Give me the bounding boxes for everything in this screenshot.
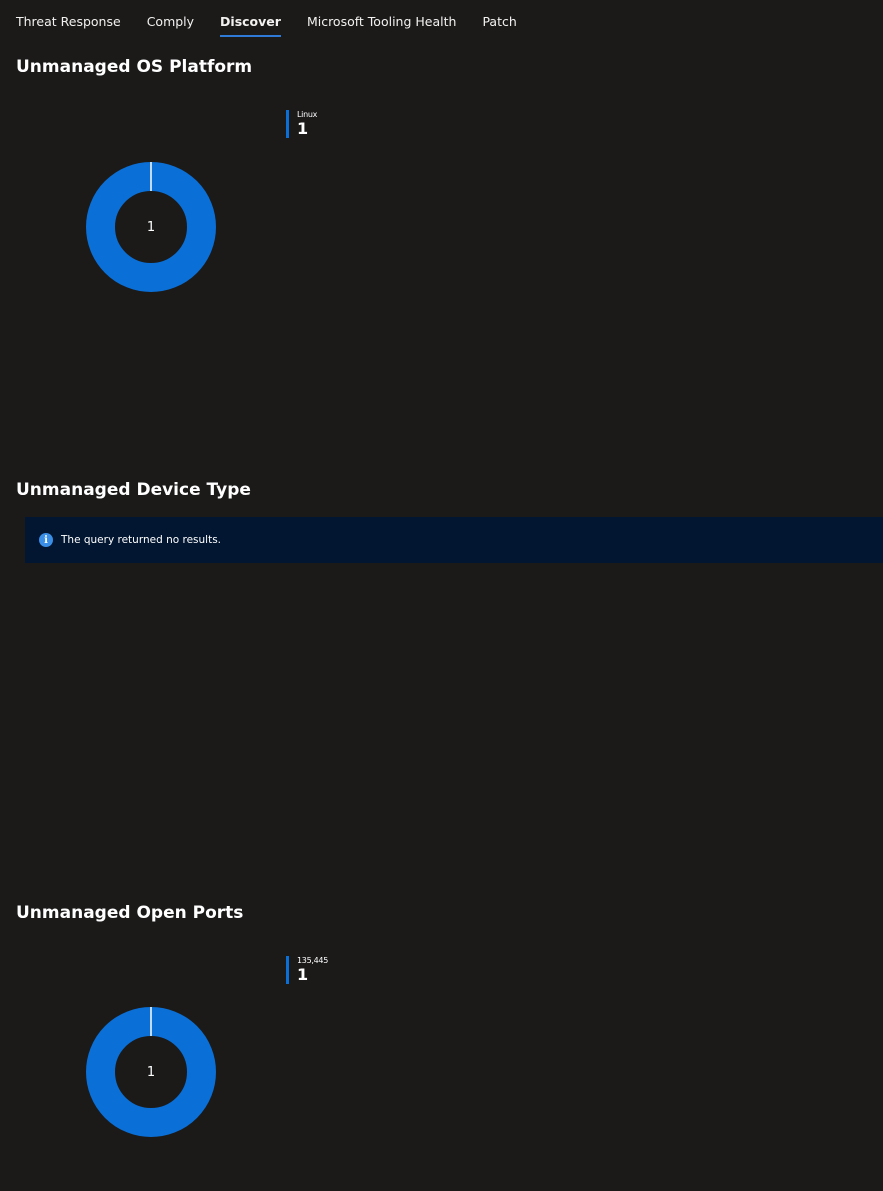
donut-center-value: 1 <box>146 1064 156 1080</box>
tab-bar: Threat Response Comply Discover Microsof… <box>16 0 543 40</box>
os-platform-donut-chart[interactable]: 1 <box>86 162 216 292</box>
no-results-message-bar: i The query returned no results. <box>25 517 883 563</box>
tab-microsoft-tooling-health[interactable]: Microsoft Tooling Health <box>307 0 457 40</box>
os-platform-legend-item[interactable]: Linux 1 <box>286 110 317 138</box>
os-platform-title: Unmanaged OS Platform <box>16 57 253 77</box>
tab-patch[interactable]: Patch <box>482 0 516 40</box>
open-ports-title: Unmanaged Open Ports <box>16 903 244 923</box>
legend-value: 1 <box>297 965 309 984</box>
tab-comply[interactable]: Comply <box>147 0 194 40</box>
open-ports-donut-chart[interactable]: 1 <box>86 1007 216 1137</box>
donut-center-value: 1 <box>146 219 156 235</box>
no-results-text: The query returned no results. <box>61 534 222 546</box>
open-ports-legend-item[interactable]: 135,445 1 <box>286 956 328 984</box>
device-type-title: Unmanaged Device Type <box>16 480 251 500</box>
info-icon: i <box>39 533 53 547</box>
dashboard-page: Threat Response Comply Discover Microsof… <box>0 0 883 1191</box>
tab-discover[interactable]: Discover <box>220 0 281 40</box>
tab-threat-response[interactable]: Threat Response <box>16 0 121 40</box>
legend-value: 1 <box>297 119 309 138</box>
